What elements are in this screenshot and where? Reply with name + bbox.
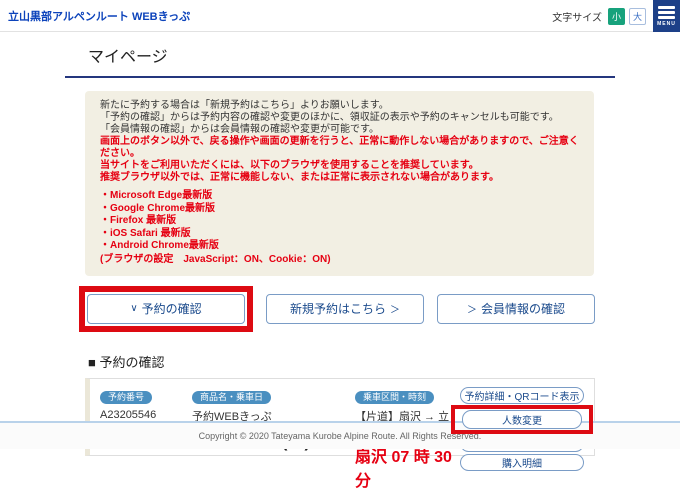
new-reservation-label: 新規予約はこちら	[290, 300, 386, 317]
menu-button[interactable]: MENU	[653, 0, 680, 32]
member-info-label: 会員情報の確認	[481, 300, 565, 317]
notice-line: 「予約の確認」からは予約内容の確認や変更のほかに、領収証の表示や予約のキャンセル…	[100, 112, 579, 124]
reservation-number-badge: 予約番号	[100, 391, 152, 404]
change-passenger-count-button[interactable]: 人数変更	[462, 410, 582, 429]
browser-item: ・Android Chrome最新版	[100, 240, 579, 253]
notice-line: 新たに予約する場合は「新規予約はこちら」よりお願いします。	[100, 100, 579, 112]
site-title-link[interactable]: 立山黒部アルペンルート WEBきっぷ	[8, 8, 190, 24]
browser-item: ・Google Chrome最新版	[100, 203, 579, 216]
font-size-control: 文字サイズ 小 大	[552, 0, 646, 32]
reservation-detail-qr-button[interactable]: 予約詳細・QRコード表示	[460, 387, 584, 404]
menu-label: MENU	[657, 21, 676, 27]
highlight-box-reservation-check: ∨ 予約の確認	[79, 286, 253, 332]
segment-time-badge: 乗車区間・時刻	[355, 391, 434, 404]
product-date-badge: 商品名・乗車日	[192, 391, 271, 404]
font-size-small-button[interactable]: 小	[608, 8, 625, 25]
notice-box: 新たに予約する場合は「新規予約はこちら」よりお願いします。 「予約の確認」からは…	[85, 91, 594, 276]
chevron-right-icon: ＞	[390, 301, 400, 316]
font-size-large-button[interactable]: 大	[629, 8, 646, 25]
notice-line: 「会員情報の確認」からは会員情報の確認や変更が可能です。	[100, 124, 579, 136]
action-button-row: ∨ 予約の確認 新規予約はこちら ＞ ＞ 会員情報の確認	[85, 286, 595, 332]
main-content: マイページ 新たに予約する場合は「新規予約はこちら」よりお願いします。 「予約の…	[65, 32, 615, 456]
chevron-down-icon: ∨	[130, 303, 137, 314]
browser-item: ・Microsoft Edge最新版	[100, 190, 579, 203]
reservation-section-heading: ■ 予約の確認	[88, 352, 615, 371]
browser-settings-note: (ブラウザの設定 JavaScript：ON、Cookie：ON)	[100, 254, 579, 266]
new-reservation-button[interactable]: 新規予約はこちら ＞	[266, 294, 424, 324]
warning-line: 当サイトをご利用いただくには、以下のブラウザを使用することを推奨しています。	[100, 160, 579, 172]
recommended-browser-list: ・Microsoft Edge最新版 ・Google Chrome最新版 ・Fi…	[100, 190, 579, 253]
browser-item: ・Firefox 最新版	[100, 215, 579, 228]
hamburger-icon	[658, 6, 675, 19]
highlight-box-change-count: 人数変更	[451, 405, 593, 434]
member-info-button[interactable]: ＞ 会員情報の確認	[437, 294, 595, 324]
font-size-label: 文字サイズ	[552, 9, 602, 24]
page-title-bar: マイページ	[65, 32, 615, 78]
copyright-text: Copyright © 2020 Tateyama Kurobe Alpine …	[199, 431, 482, 441]
reservation-number-value: A23205546	[100, 409, 192, 421]
header: 立山黒部アルペンルート WEBきっぷ 文字サイズ 小 大 MENU	[0, 0, 680, 32]
browser-item: ・iOS Safari 最新版	[100, 228, 579, 241]
purchase-detail-button[interactable]: 購入明細	[460, 454, 584, 471]
reservation-check-button[interactable]: ∨ 予約の確認	[87, 294, 245, 324]
warning-line: 画面上のボタン以外で、戻る操作や画面の更新を行うと、正常に動作しない場合がありま…	[100, 136, 579, 160]
warning-line: 推奨ブラウザ以外では、正常に機能しない、または正常に表示されない場合があります。	[100, 172, 579, 184]
departure-time: 扇沢 07 時 30 分	[355, 443, 460, 491]
chevron-right-icon: ＞	[467, 301, 477, 316]
page-title: マイページ	[88, 43, 615, 67]
reservation-check-label: 予約の確認	[142, 300, 202, 317]
